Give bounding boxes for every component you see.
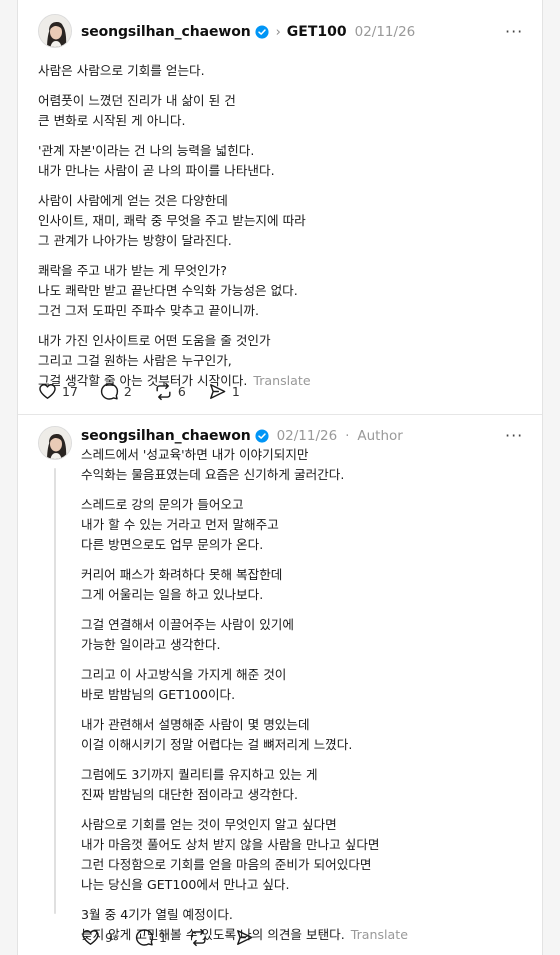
reply-button[interactable]: 2: [100, 382, 132, 401]
username[interactable]: seongsilhan_chaewon: [81, 24, 251, 40]
text-line: 사람이 사람에게 얻는 것은 다양한데: [38, 193, 228, 208]
reply-like-count: 9: [105, 929, 113, 945]
text-line: 그 관계가 나아가는 방향이 달라진다.: [38, 233, 232, 248]
paragraph: 그럼에도 3기까지 퀄리티를 유지하고 있는 게진짜 밤밤님의 대단한 점이라고…: [81, 765, 408, 805]
text-line: '관계 자본'이라는 건 나의 능력을 넓힌다.: [38, 143, 255, 158]
text-line: 그건 그저 도파민 주파수 맞추고 끝이니까.: [38, 303, 259, 318]
paragraph: 사람이 사람에게 얻는 것은 다양한데인사이트, 재미, 쾌락 중 무엇을 주고…: [38, 191, 311, 251]
reply-username[interactable]: seongsilhan_chaewon: [81, 428, 251, 444]
text-line: 그리고 이 사고방식을 가지게 해준 것이: [81, 667, 287, 682]
heart-icon: [82, 929, 99, 945]
text-line: 큰 변화로 시작된 게 아니다.: [38, 113, 186, 128]
text-line: 나도 쾌락만 받고 끝난다면 수익화 가능성은 없다.: [38, 283, 298, 298]
paragraph: 그리고 이 사고방식을 가지게 해준 것이바로 밤밤님의 GET100이다.: [81, 665, 408, 705]
text-line: 사람은 사람으로 기회를 얻는다.: [38, 63, 205, 78]
share-icon: [209, 383, 226, 399]
text-line: 사람으로 기회를 얻는 것이 무엇인지 알고 싶다면: [81, 817, 337, 832]
repost-count: 6: [177, 383, 186, 399]
text-line: 3월 중 4기가 열릴 예정이다.: [81, 907, 233, 922]
separator-dot: ·: [345, 428, 350, 444]
paragraph: 쾌락을 주고 내가 받는 게 무엇인가? 나도 쾌락만 받고 끝난다면 수익화 가…: [38, 261, 311, 321]
like-button[interactable]: 17: [38, 382, 78, 401]
reply-timestamp[interactable]: 02/11/26: [277, 428, 338, 444]
repost-icon: [191, 928, 206, 946]
reply-actions: 9 1: [81, 926, 281, 948]
verified-badge-icon: [255, 429, 269, 443]
post-timestamp[interactable]: 02/11/26: [355, 24, 416, 40]
text-line: 그리고 그걸 원하는 사람은 누구인가,: [38, 353, 232, 368]
comment-icon: [135, 928, 154, 946]
text-line: 수익화는 물음표였는데 요즘은 신기하게 굴러간다.: [81, 467, 345, 482]
paragraph: 그걸 연결해서 이끌어주는 사람이 있기에가능한 일이라고 생각한다.: [81, 615, 408, 655]
paragraph: 사람으로 기회를 얻는 것이 무엇인지 알고 싶다면내가 마음껏 풀어도 상처 …: [81, 815, 408, 895]
like-count: 17: [62, 383, 78, 399]
avatar-image: [39, 427, 71, 459]
translate-link[interactable]: Translate: [351, 927, 408, 942]
reply-reply-count: 1: [158, 929, 167, 945]
avatar-image: [39, 15, 71, 47]
thread-card: seongsilhan_chaewon › GET100 02/11/26 ··…: [17, 0, 543, 955]
text-line: 내가 마음껏 풀어도 상처 받지 않을 사람을 만나고 싶다면: [81, 837, 380, 852]
text-line: 가능한 일이라고 생각한다.: [81, 637, 221, 652]
text-line: 내가 할 수 있는 거라고 먼저 말해주고: [81, 517, 279, 532]
post-body: 사람은 사람으로 기회를 얻는다. 어렴풋이 느꼈던 진리가 내 삶이 된 건큰 …: [38, 61, 311, 401]
text-line: 다른 방면으로도 업무 문의가 온다.: [81, 537, 264, 552]
reply-repost-button[interactable]: [189, 928, 213, 947]
text-line: 어렴풋이 느꼈던 진리가 내 삶이 된 건: [38, 93, 236, 108]
text-line: 그게 어울리는 일을 하고 있나보다.: [81, 587, 264, 602]
share-count: 1: [231, 383, 240, 399]
chevron-right-icon: ›: [275, 24, 281, 40]
post-actions: 17 2 6 1: [38, 380, 262, 402]
divider: [18, 414, 542, 415]
reply-reply-button[interactable]: 1: [135, 928, 167, 947]
paragraph: 내가 관련해서 설명해준 사람이 몇 명있는데이걸 이해시키기 정말 어렵다는 …: [81, 715, 408, 755]
avatar[interactable]: [38, 14, 72, 48]
paragraph: 스레드에서 '성교육'하면 내가 이야기되지만수익화는 물음표였는데 요즘은 신…: [81, 445, 408, 485]
author-label: Author: [357, 428, 403, 444]
reply-more-icon[interactable]: ···: [505, 426, 523, 445]
more-icon[interactable]: ···: [505, 22, 523, 41]
paragraph: 사람은 사람으로 기회를 얻는다.: [38, 61, 311, 81]
text-line: 커리어 패스가 화려하다 못해 복잡한데: [81, 567, 283, 582]
text-line: 내가 만나는 사람이 곧 나의 파이를 나타낸다.: [38, 163, 275, 178]
text-line: 내가 관련해서 설명해준 사람이 몇 명있는데: [81, 717, 310, 732]
post-header: seongsilhan_chaewon › GET100 02/11/26: [81, 22, 415, 42]
community-link[interactable]: GET100: [287, 24, 347, 40]
share-icon: [236, 929, 253, 945]
heart-icon: [39, 383, 56, 399]
reply-share-button[interactable]: [235, 928, 259, 947]
paragraph: '관계 자본'이라는 건 나의 능력을 넓힌다. 내가 만나는 사람이 곧 나의 …: [38, 141, 311, 181]
text-line: 내가 가진 인사이트로 어떤 도움을 줄 것인가: [38, 333, 271, 348]
text-line: 그럼에도 3기까지 퀄리티를 유지하고 있는 게: [81, 767, 318, 782]
text-line: 나는 당신을 GET100에서 만나고 싶다.: [81, 877, 290, 892]
text-line: 그걸 연결해서 이끌어주는 사람이 있기에: [81, 617, 294, 632]
text-line: 진짜 밤밤님의 대단한 점이라고 생각한다.: [81, 787, 298, 802]
text-line: 이걸 이해시키기 정말 어렵다는 걸 뼈저리게 느꼈다.: [81, 737, 353, 752]
repost-icon: [156, 382, 171, 400]
paragraph: 커리어 패스가 화려하다 못해 복잡한데그게 어울리는 일을 하고 있나보다.: [81, 565, 408, 605]
share-button[interactable]: 1: [208, 382, 240, 401]
reply-body: 스레드에서 '성교육'하면 내가 이야기되지만수익화는 물음표였는데 요즘은 신…: [81, 445, 408, 955]
paragraph: 어렴풋이 느꼈던 진리가 내 삶이 된 건큰 변화로 시작된 게 아니다.: [38, 91, 311, 131]
text-line: 그런 다정함으로 기회를 얻을 마음의 준비가 되어있다면: [81, 857, 372, 872]
reply-avatar[interactable]: [38, 426, 72, 460]
text-line: 스레드에서 '성교육'하면 내가 이야기되지만: [81, 447, 309, 462]
paragraph: 스레드로 강의 문의가 들어오고내가 할 수 있는 거라고 먼저 말해주고다른 …: [81, 495, 408, 555]
text-line: 인사이트, 재미, 쾌락 중 무엇을 주고 받는지에 따라: [38, 213, 306, 228]
text-line: 바로 밤밤님의 GET100이다.: [81, 687, 236, 702]
reply-like-button[interactable]: 9: [81, 928, 113, 947]
text-line: 스레드로 강의 문의가 들어오고: [81, 497, 244, 512]
translate-link[interactable]: Translate: [253, 373, 310, 388]
repost-button[interactable]: 6: [154, 382, 186, 401]
text-line: 쾌락을 주고 내가 받는 게 무엇인가?: [38, 263, 227, 278]
comment-icon: [100, 382, 119, 400]
reply-count: 2: [123, 383, 132, 399]
verified-badge-icon: [255, 25, 269, 39]
reply-header: seongsilhan_chaewon 02/11/26 · Author: [81, 426, 403, 446]
thread-line: [54, 468, 56, 914]
